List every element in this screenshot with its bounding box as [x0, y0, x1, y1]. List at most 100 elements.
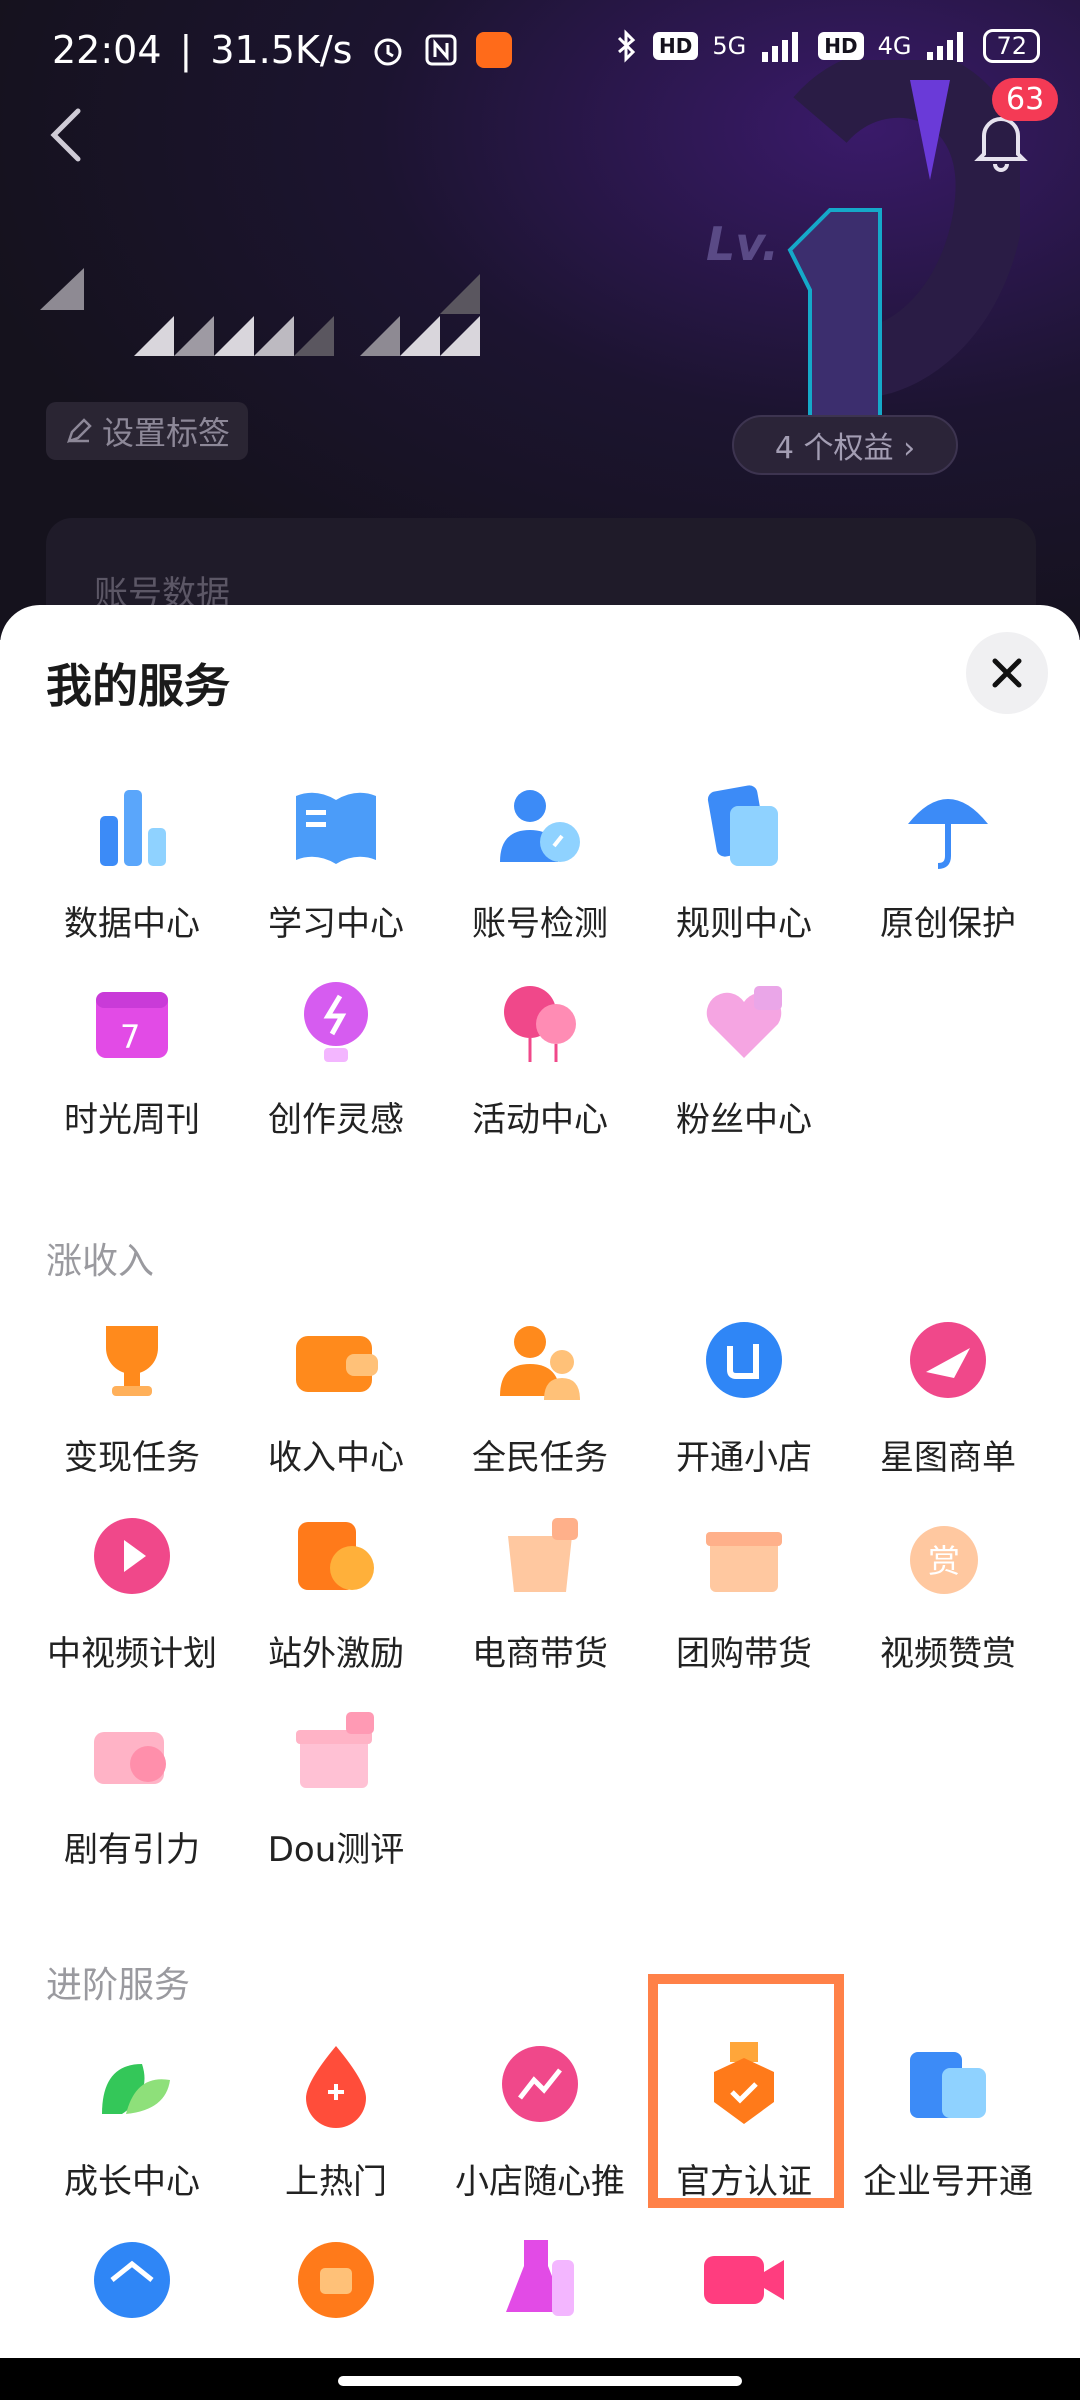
- enterprise-icon: [910, 2052, 986, 2118]
- service-item[interactable]: 成长中心: [30, 2018, 234, 2214]
- service-item-label: Dou测评: [267, 1830, 405, 1870]
- service-item[interactable]: 团购带货: [642, 1490, 846, 1686]
- service-item[interactable]: 开通小店: [642, 1294, 846, 1490]
- drama-icon: [94, 1732, 166, 1784]
- service-item-label: 成长中心: [64, 2162, 200, 2202]
- hot-drop-icon: [306, 2046, 366, 2128]
- taobao-icon: [476, 32, 513, 68]
- svg-text:7: 7: [120, 1018, 140, 1056]
- group-shop-icon: [94, 2242, 170, 2318]
- service-item[interactable]: 学习中心: [234, 760, 438, 956]
- service-item[interactable]: 全民任务: [438, 1294, 642, 1490]
- store-icon: [706, 1532, 782, 1592]
- service-item[interactable]: 企业号开通: [846, 2018, 1050, 2214]
- fans-heart-icon: [706, 986, 782, 1058]
- service-item[interactable]: 原创保护: [846, 760, 1050, 956]
- star-map-icon: [910, 1322, 986, 1398]
- service-item-label: 活动中心: [472, 1100, 608, 1140]
- service-item-label: 中视频计划: [47, 1634, 217, 1674]
- battery-indicator: 72: [983, 29, 1040, 63]
- service-item-label: 粉丝中心: [676, 1100, 812, 1140]
- service-item[interactable]: 数据中心: [30, 760, 234, 956]
- service-item[interactable]: 7 时光周刊: [30, 956, 234, 1152]
- service-item[interactable]: 变现任务: [30, 1294, 234, 1490]
- service-item-label: 星图商单: [880, 1438, 1016, 1478]
- shop-icon: [706, 1322, 782, 1398]
- sheet-title: 我的服务: [46, 659, 230, 713]
- service-item[interactable]: 站外激励: [234, 1490, 438, 1686]
- yuan-video-icon: [298, 1522, 374, 1590]
- weekly-calendar-icon: 7: [96, 992, 168, 1058]
- service-item-label: 账号检测: [472, 904, 608, 944]
- hd-badge-2: HD: [818, 32, 864, 60]
- status-divider: |: [179, 28, 193, 72]
- service-item-label: 学习中心: [268, 904, 404, 944]
- svg-text:Lv.: Lv.: [706, 217, 779, 271]
- service-item-label: 开通小店: [676, 1438, 812, 1478]
- service-item[interactable]: 规则中心: [642, 760, 846, 956]
- set-tag-label: 设置标签: [102, 414, 231, 452]
- service-item-label: 全民任务: [472, 1438, 608, 1478]
- back-arrow-icon[interactable]: [44, 105, 88, 165]
- original-protection-icon: [908, 799, 988, 869]
- reward-icon: 赏: [910, 1526, 978, 1594]
- status-bar-right: HD 5G HD 4G 72: [615, 28, 1040, 64]
- promote-icon: [502, 2046, 578, 2122]
- service-item[interactable]: 账号检测: [438, 760, 642, 956]
- service-item[interactable]: 赏视频赞赏: [846, 1490, 1050, 1686]
- inspiration-bulb-icon: [304, 982, 368, 1062]
- bluetooth-icon: [617, 29, 636, 63]
- data-center-icon: [100, 790, 166, 866]
- service-item-label: 规则中心: [676, 904, 812, 944]
- rights-label: 4 个权益 ›: [774, 431, 916, 466]
- nfc-icon: [425, 34, 457, 66]
- signal-4g-label: 4G: [877, 32, 912, 60]
- service-item[interactable]: 电商带货: [438, 1490, 642, 1686]
- signal-bars-icon: [762, 32, 799, 62]
- service-item[interactable]: 粉丝中心: [642, 956, 846, 1152]
- gift-box-icon: [296, 1712, 374, 1788]
- advanced-grid: 成长中心上热门小店随心推官方认证企业号开通团购开店服务市场创作实验室开始直播: [30, 2018, 1050, 2400]
- service-item-label: 站外激励: [268, 1634, 404, 1674]
- service-item-label: 上热门: [285, 2162, 387, 2202]
- username-placeholder-tiles: [40, 268, 480, 356]
- set-tag-button[interactable]: 设置标签: [46, 402, 249, 460]
- trophy-icon: [106, 1326, 158, 1396]
- service-item[interactable]: 中视频计划: [30, 1490, 234, 1686]
- service-item[interactable]: 上热门: [234, 2018, 438, 2214]
- service-item[interactable]: 星图商单: [846, 1294, 1050, 1490]
- svg-text:赏: 赏: [928, 1542, 960, 1580]
- service-item[interactable]: 小店随心推: [438, 2018, 642, 2214]
- pencil-icon: [67, 418, 92, 443]
- service-item-label: 小店随心推: [455, 2162, 625, 2202]
- service-item[interactable]: 创作灵感: [234, 956, 438, 1152]
- account-check-icon: [500, 790, 580, 862]
- lab-flask-icon: [506, 2240, 574, 2316]
- live-camera-icon: [704, 2256, 784, 2304]
- service-item-label: 变现任务: [64, 1438, 200, 1478]
- status-time: 22:04: [52, 28, 162, 72]
- service-item[interactable]: 收入中心: [234, 1294, 438, 1490]
- service-item-label: 视频赞赏: [880, 1634, 1016, 1674]
- close-icon: [992, 658, 1022, 688]
- network-speed: 31.5K/s: [210, 28, 353, 72]
- video-play-icon: [94, 1518, 170, 1594]
- shopping-bag-icon: [508, 1518, 578, 1592]
- service-item[interactable]: 剧有引力: [30, 1686, 234, 1882]
- home-indicator[interactable]: [338, 2376, 742, 2386]
- service-market-icon: [298, 2242, 374, 2318]
- highlight-box: [648, 1974, 844, 2208]
- service-item[interactable]: Dou测评: [234, 1686, 438, 1882]
- rights-button[interactable]: 4 个权益 ›: [732, 415, 958, 475]
- wallet-icon: [296, 1336, 378, 1392]
- notification-badge: 63: [992, 78, 1059, 121]
- service-item[interactable]: 活动中心: [438, 956, 642, 1152]
- service-item-label: 团购带货: [676, 1634, 812, 1674]
- income-section-title: 涨收入: [46, 1241, 155, 1282]
- service-item-label: 时光周刊: [64, 1100, 200, 1140]
- alarm-icon: [374, 38, 402, 66]
- advanced-section-title: 进阶服务: [46, 1965, 191, 2006]
- leaf-icon: [102, 2064, 170, 2114]
- people-task-icon: [500, 1326, 580, 1400]
- close-button[interactable]: [966, 632, 1048, 714]
